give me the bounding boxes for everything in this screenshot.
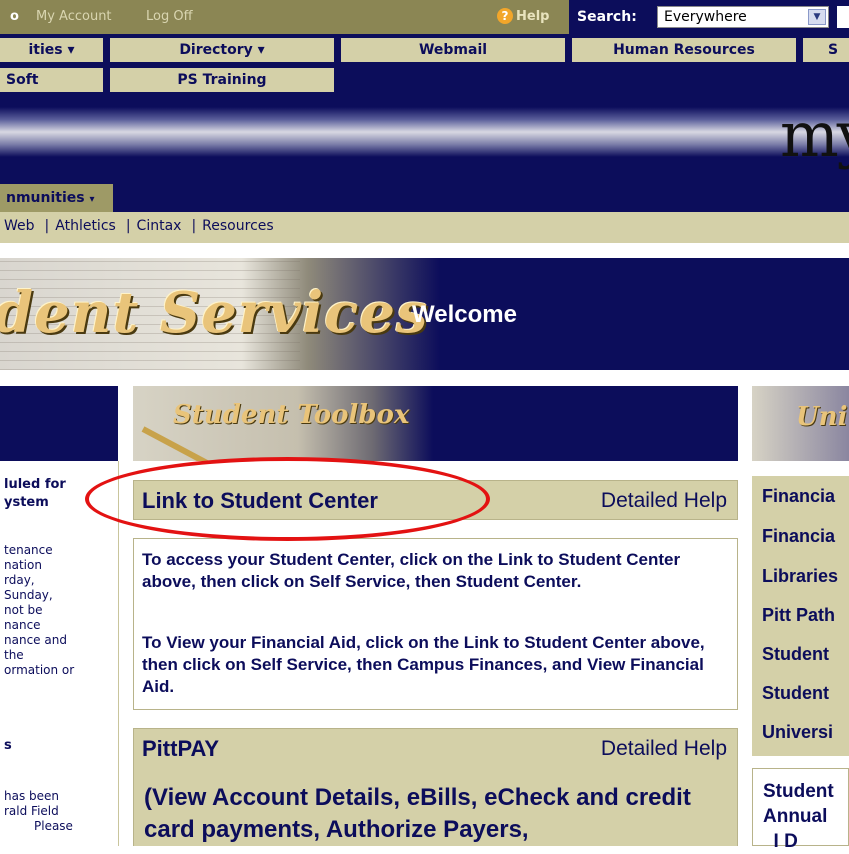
pittpay-help-link[interactable]: Detailed Help: [601, 737, 727, 761]
link-bar: Web | Athletics | Cintax | Resources: [0, 212, 849, 243]
news-heading: s: [4, 738, 12, 753]
right-link-libraries[interactable]: Libraries: [762, 566, 838, 587]
chevron-down-icon[interactable]: ▼: [808, 9, 826, 25]
news-text: Please: [34, 819, 73, 833]
separator: |: [125, 218, 131, 234]
announcement-text: rday,: [4, 573, 35, 587]
link-web[interactable]: Web: [4, 218, 35, 234]
announcement-text: ormation or: [4, 663, 75, 677]
student-center-header: Link to Student Center Detailed Help: [133, 480, 738, 520]
announcement-text: the: [4, 648, 24, 662]
search-label: Search:: [577, 9, 637, 25]
right-link-financial-2[interactable]: Financia: [762, 526, 835, 547]
right-link-student-2[interactable]: Student: [762, 683, 829, 704]
right-link-financial-1[interactable]: Financia: [762, 486, 835, 507]
student-annual-box: Student Annual I D: [752, 768, 849, 852]
right-link-pitt-pathway[interactable]: Pitt Path: [762, 605, 835, 626]
search-scope-value: Everywhere: [664, 9, 747, 25]
welcome-text: Welcome: [412, 301, 517, 328]
announcement-text: not be: [4, 603, 43, 617]
left-column: luled for ystem tenance nation rday, Sun…: [0, 461, 119, 846]
separator: |: [44, 218, 50, 234]
nav-human-resources[interactable]: Human Resources: [572, 38, 796, 62]
nav-ps-training[interactable]: PS Training: [110, 68, 334, 92]
top-utility-bar: o My Account Log Off ? Help Search: Ever…: [0, 0, 849, 34]
link-resources[interactable]: Resources: [202, 218, 274, 234]
financial-aid-instructions: To View your Financial Aid, click on the…: [142, 633, 705, 696]
nav-item-s[interactable]: S: [803, 38, 849, 62]
announcement-text: tenance: [4, 543, 53, 557]
left-column-header: [0, 386, 118, 461]
communities-tab[interactable]: nmunities ▾: [0, 184, 113, 212]
student-center-link[interactable]: Link to Student Center: [142, 488, 378, 514]
right-link-university[interactable]: Universi: [762, 722, 833, 743]
right-column-header: Uni: [752, 386, 849, 461]
separator: |: [191, 218, 197, 234]
right-column-title: Uni: [796, 402, 848, 432]
announcement-text: nance: [4, 618, 41, 632]
announcement-text: nance and: [4, 633, 67, 647]
student-services-banner: dent Services Welcome: [0, 258, 849, 370]
help-link[interactable]: ? Help: [497, 8, 549, 24]
pittpay-description: (View Account Details, eBills, eCheck an…: [144, 784, 691, 843]
help-label: Help: [516, 8, 550, 24]
search-area: Search: Everywhere ▼: [569, 0, 849, 34]
search-input[interactable]: [837, 6, 849, 28]
portal-logo: my: [780, 98, 849, 171]
pittpay-body: (View Account Details, eBills, eCheck an…: [133, 762, 738, 846]
news-text: rald Field: [4, 804, 59, 818]
right-link-student-1[interactable]: Student: [762, 644, 829, 665]
nav-directory-menu[interactable]: Directory ▾: [110, 38, 334, 62]
announcement-text: nation: [4, 558, 42, 572]
student-toolbox-header: Student Toolbox: [133, 386, 738, 461]
student-center-info: To access your Student Center, click on …: [133, 538, 738, 710]
chevron-down-icon: ▾: [89, 194, 95, 205]
home-icon[interactable]: o: [10, 9, 19, 24]
nav-peoplesoft[interactable]: Soft: [0, 68, 103, 92]
search-scope-select[interactable]: Everywhere ▼: [657, 6, 829, 28]
my-account-link[interactable]: My Account: [36, 9, 112, 24]
announcement-heading: ystem: [4, 495, 49, 510]
student-toolbox-title: Student Toolbox: [173, 400, 410, 430]
right-link-list: Financia Financia Libraries Pitt Path St…: [752, 476, 849, 756]
student-center-instructions: To access your Student Center, click on …: [142, 550, 681, 591]
header-gradient: [0, 107, 849, 157]
pittpay-link[interactable]: PittPAY: [142, 736, 219, 762]
announcement-heading: luled for: [4, 477, 66, 492]
news-text: has been: [4, 789, 60, 803]
nav-communities-menu[interactable]: ities ▾: [0, 38, 103, 62]
nav-webmail[interactable]: Webmail: [341, 38, 565, 62]
link-cintax[interactable]: Cintax: [137, 218, 182, 234]
log-off-link[interactable]: Log Off: [146, 9, 193, 24]
banner-title: dent Services: [0, 280, 429, 346]
student-annual-text[interactable]: Student Annual I D: [763, 779, 834, 854]
student-center-help-link[interactable]: Detailed Help: [601, 489, 727, 513]
link-athletics[interactable]: Athletics: [55, 218, 116, 234]
announcement-text: Sunday,: [4, 588, 53, 602]
help-icon: ?: [497, 8, 513, 24]
communities-label: nmunities: [6, 190, 85, 206]
